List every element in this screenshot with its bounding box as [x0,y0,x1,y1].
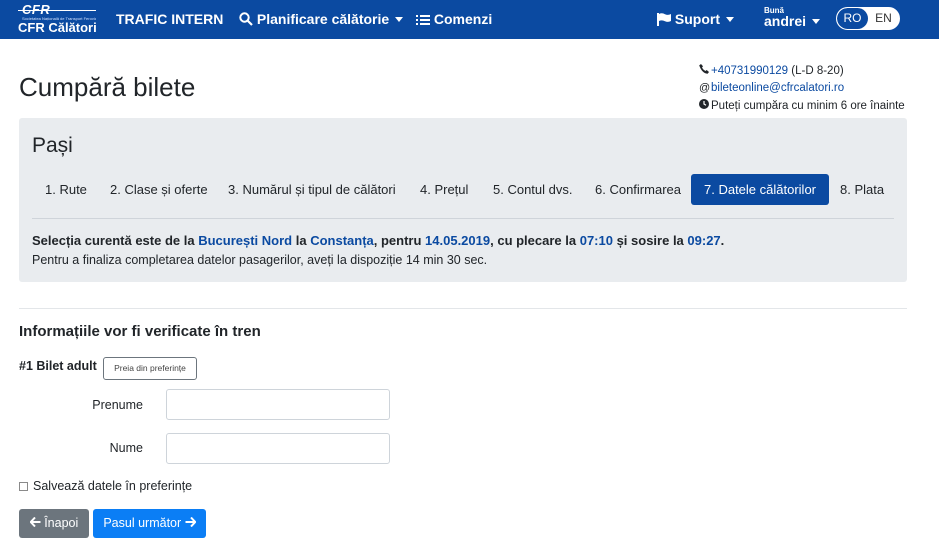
selection-text: , pentru [373,233,426,248]
next-step-button[interactable]: Pasul următor [93,509,206,538]
nav-planificare-label: Planificare călătorie [256,11,390,27]
form-title: Informațiile vor fi verificate în tren [19,323,261,340]
steps-title: Pași [32,134,73,157]
page-title: Cumpără bilete [19,72,196,102]
nav-trafic-intern[interactable]: TRAFIC INTERN [116,0,223,39]
destination-station: Constanța [310,233,374,248]
step-rute[interactable]: 1. Rute [32,174,100,205]
cfr-logo[interactable]: CFR Societatea Națională de Transport Fe… [18,2,97,36]
chevron-down-icon [395,17,404,22]
next-label: Pasul următor [103,516,182,530]
user-name: andrei [764,13,807,29]
clock-icon [699,99,711,112]
origin-station: București Nord [198,233,293,248]
language-ro-button[interactable]: RO [837,8,868,29]
first-name-input[interactable] [166,389,390,420]
purchase-notice: Puteți cumpăra cu minim 6 ore înainte [711,100,905,112]
selection-text: , cu plecare la [490,233,580,248]
nav-planificare-dropdown[interactable]: Planificare călătorie [239,0,404,39]
phone-link[interactable]: +40731990129 [711,65,788,77]
save-preferences-checkbox[interactable] [19,482,28,491]
selection-text: Selecția curentă este de la [32,233,199,248]
chevron-down-icon [726,17,734,22]
top-navbar: CFR Societatea Națională de Transport Fe… [0,0,939,39]
contact-email-row: @bileteonline@cfrcalatori.ro [699,82,844,94]
section-divider [19,308,907,309]
save-preferences-label: Salvează datele în preferințe [33,479,193,493]
back-button[interactable]: Înapoi [19,509,89,538]
arrow-left-icon [29,516,44,530]
step-plata[interactable]: 8. Plata [827,174,897,205]
steps-divider [32,218,894,219]
countdown-message: Pentru a finaliza completarea datelor pa… [32,253,488,267]
load-preferences-button[interactable]: Preia din preferințe [103,357,197,380]
back-label: Înapoi [44,516,79,530]
contact-phone-row: +40731990129 (L-D 8-20) [699,64,844,77]
step-pretul[interactable]: 4. Prețul [407,174,481,205]
last-name-label: Nume [109,441,143,455]
ticket-label: #1 Bilet adult [19,359,97,373]
step-contul[interactable]: 5. Contul dvs. [480,174,586,205]
nav-trafic-label: TRAFIC INTERN [116,11,224,27]
phone-icon [699,64,711,77]
phone-hours: (L-D 8-20) [791,65,844,77]
selection-text: . [720,233,725,248]
first-name-label: Prenume [92,398,143,412]
nav-suport-dropdown[interactable]: Suport [657,0,734,39]
contact-notice-row: Puteți cumpăra cu minim 6 ore înainte [699,99,905,112]
step-clase-oferte[interactable]: 2. Clase și oferte [97,174,221,205]
steps-panel: Pași 1. Rute 2. Clase și oferte 3. Număr… [19,118,907,282]
step-numar-calatori[interactable]: 3. Numărul și tipul de călători [215,174,409,205]
nav-comenzi-label: Comenzi [433,11,493,27]
logo-rail-line [18,10,96,11]
arrival-time: 09:27 [687,233,721,248]
selection-text: și sosire la [612,233,688,248]
nav-comenzi[interactable]: Comenzi [416,0,492,39]
departure-time: 07:10 [579,233,613,248]
last-name-input[interactable] [166,433,390,464]
language-en-button[interactable]: EN [868,8,899,29]
step-confirmarea[interactable]: 6. Confirmarea [582,174,694,205]
arrow-right-icon [185,516,197,530]
user-menu-dropdown[interactable]: andrei [764,13,821,29]
email-link[interactable]: bileteonline@cfrcalatori.ro [711,82,844,94]
nav-suport-label: Suport [674,11,720,27]
save-preferences-row: Salvează datele în preferințe [19,479,192,493]
list-icon [416,11,434,27]
language-toggle: RO EN [836,7,900,30]
at-icon: @ [699,82,711,94]
chevron-down-icon [812,19,821,24]
step-datele-calatorilor[interactable]: 7. Datele călătorilor [691,174,829,205]
search-icon [239,11,257,27]
flag-icon [657,11,675,27]
current-selection: Selecția curentă este de la București No… [32,233,724,248]
logo-name: CFR Călători [18,20,97,35]
travel-date: 14.05.2019 [425,233,491,248]
selection-text: la [292,233,311,248]
